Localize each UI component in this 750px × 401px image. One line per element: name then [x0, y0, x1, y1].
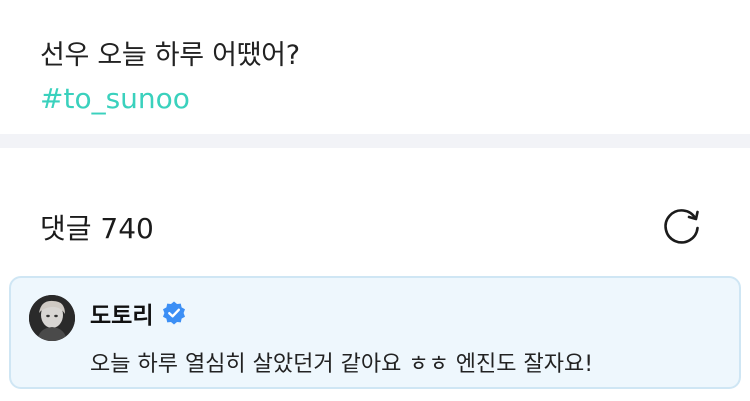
comment-text: 오늘 하루 열심히 살았던거 같아요 ㅎㅎ 엔진도 잘자요! [90, 352, 594, 377]
comments-header: 댓글 740 [0, 148, 750, 274]
comments-count: 댓글 740 [40, 212, 154, 245]
verified-badge-icon [163, 301, 186, 325]
post-text: 선우 오늘 하루 어땠어? [40, 40, 300, 71]
comment-author[interactable]: 도토리 [90, 296, 153, 330]
refresh-icon[interactable] [660, 203, 704, 247]
hashtag-link[interactable]: #to_sunoo [40, 82, 190, 115]
post: 선우 오늘 하루 어땠어? #to_sunoo [0, 0, 750, 134]
comment-card[interactable]: 도토리 오늘 하루 열심히 살았던거 같아요 ㅎㅎ 엔진도 잘자요! [9, 276, 741, 389]
section-divider [0, 134, 750, 148]
author-row: 도토리 [90, 296, 187, 330]
avatar[interactable] [29, 295, 75, 341]
